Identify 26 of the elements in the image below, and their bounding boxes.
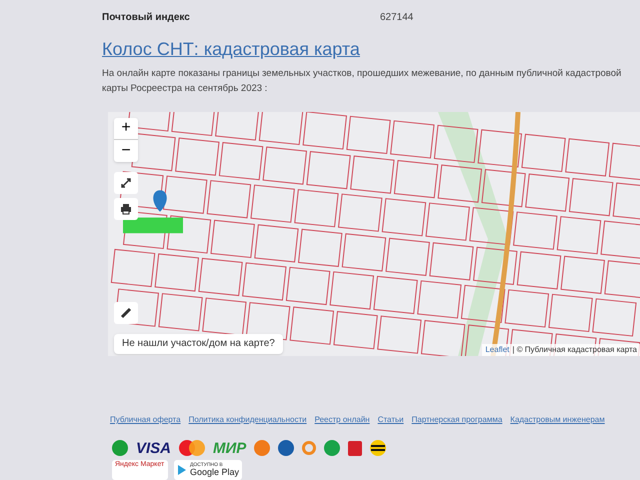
payment-logo-icon bbox=[179, 440, 206, 456]
info-label: Почтовый индекс bbox=[102, 11, 191, 26]
badge-label: Google Play bbox=[190, 468, 240, 477]
page-title-link[interactable]: Колос СНТ: кадастровая карта bbox=[102, 40, 640, 58]
footer-link[interactable]: Статьи bbox=[378, 414, 404, 426]
expand-icon bbox=[120, 176, 132, 189]
map-panel[interactable]: + − Не нашли участок/дом на карте? Leaflet | © Публичная кадастровая карта bbox=[108, 112, 640, 356]
footer-link[interactable]: Кадастровым инженерам bbox=[510, 414, 605, 426]
map-description: На онлайн карте показаны границы земельных участков, прошедших межевание, по данным публичной кадастровой карты Росреестра на сентябрь 2023 : bbox=[102, 66, 622, 96]
print-button[interactable] bbox=[114, 198, 138, 220]
play-icon bbox=[177, 465, 187, 475]
info-value: 627144 bbox=[380, 11, 414, 26]
footer-link[interactable]: Реестр онлайн bbox=[314, 414, 370, 426]
zoom-in-button[interactable]: + bbox=[114, 118, 138, 140]
printer-icon bbox=[120, 202, 132, 215]
ruler-button[interactable] bbox=[114, 302, 138, 324]
payment-logo: МИР bbox=[213, 440, 246, 456]
footer-link[interactable]: Политика конфиденциальности bbox=[188, 414, 307, 426]
zoom-out-button[interactable]: − bbox=[114, 140, 138, 162]
footer-link[interactable]: Партнерская программа bbox=[412, 414, 502, 426]
footer-link[interactable]: Публичная оферта bbox=[110, 414, 181, 426]
payment-logo: VISA bbox=[136, 440, 172, 456]
fullscreen-button[interactable] bbox=[114, 172, 138, 194]
attribution-text: | © Публичная кадастровая карта bbox=[512, 344, 637, 356]
payment-logo-icon bbox=[370, 440, 386, 456]
not-found-button[interactable]: Не нашли участок/дом на карте? bbox=[114, 334, 283, 354]
